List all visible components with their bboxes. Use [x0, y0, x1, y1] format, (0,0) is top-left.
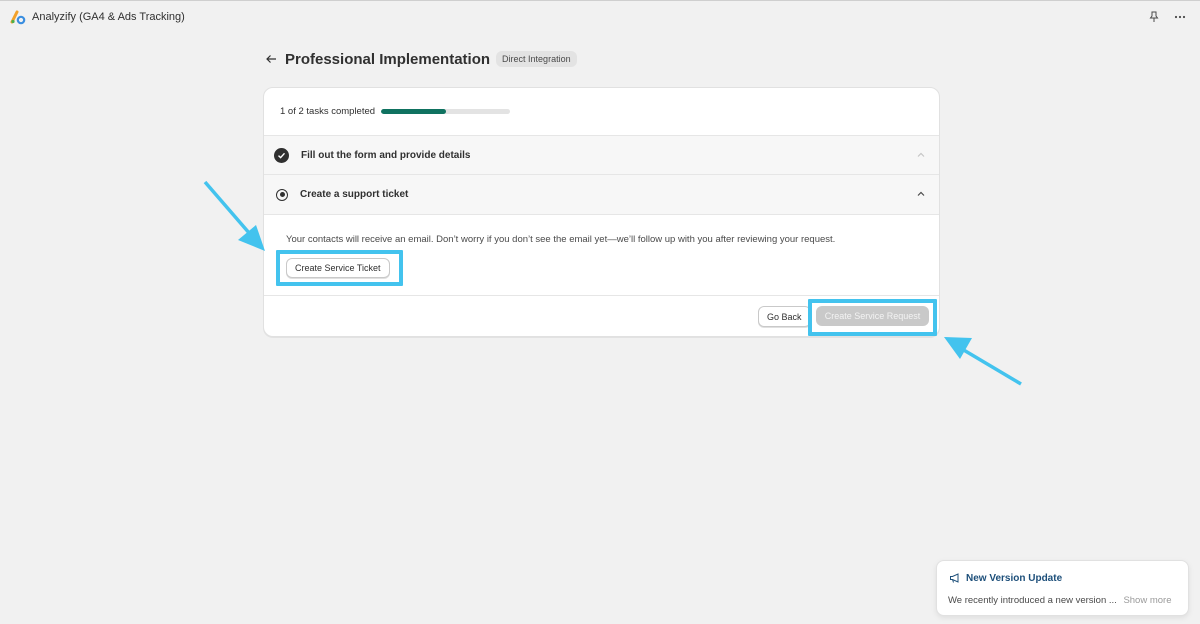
progress-fill — [381, 109, 446, 114]
app-title: Analyzify (GA4 & Ads Tracking) — [32, 11, 185, 23]
create-service-ticket-button[interactable]: Create Service Ticket — [286, 258, 390, 278]
task-label: Create a support ticket — [300, 189, 409, 200]
back-arrow-icon[interactable] — [265, 52, 279, 66]
progress-text: 1 of 2 tasks completed — [280, 106, 376, 117]
go-back-button[interactable]: Go Back — [758, 306, 811, 327]
arrow-right — [944, 337, 1022, 386]
task-label: Fill out the form and provide details — [301, 149, 471, 161]
radio-current-icon — [276, 188, 288, 201]
toast-body: We recently introduced a new version ...… — [948, 595, 1172, 606]
show-more-link[interactable]: Show more — [1123, 595, 1171, 606]
task-body: Your contacts will receive an email. Don… — [264, 215, 939, 296]
check-circle-icon — [274, 147, 289, 163]
task-row-support-ticket[interactable]: Create a support ticket — [264, 175, 939, 215]
more-icon[interactable] — [1172, 9, 1188, 25]
card-footer: Go Back Create Service Request — [264, 296, 939, 336]
toast-title: New Version Update — [966, 572, 1063, 584]
arrow-left — [203, 180, 265, 251]
progress-row: 1 of 2 tasks completed — [264, 88, 939, 136]
pin-icon[interactable] — [1146, 9, 1162, 25]
task-row-fill-form[interactable]: Fill out the form and provide details — [264, 136, 939, 175]
chevron-up-icon[interactable] — [915, 149, 927, 161]
setup-card: 1 of 2 tasks completed Fill out the form… — [263, 87, 940, 337]
integration-badge: Direct Integration — [496, 51, 577, 67]
analyzify-logo — [10, 10, 26, 25]
page-header: Professional Implementation Direct Integ… — [265, 49, 577, 69]
toast-message: We recently introduced a new version ... — [948, 595, 1117, 606]
task-description: Your contacts will receive an email. Don… — [286, 234, 836, 245]
app-title-bar: Analyzify (GA4 & Ads Tracking) — [0, 0, 1200, 33]
page-title: Professional Implementation — [285, 50, 491, 68]
progress-bar — [381, 109, 511, 114]
megaphone-icon — [950, 573, 959, 583]
version-update-toast[interactable]: New Version Update We recently introduce… — [936, 560, 1189, 616]
create-service-request-button[interactable]: Create Service Request — [816, 306, 929, 326]
chevron-up-icon[interactable] — [915, 188, 927, 200]
